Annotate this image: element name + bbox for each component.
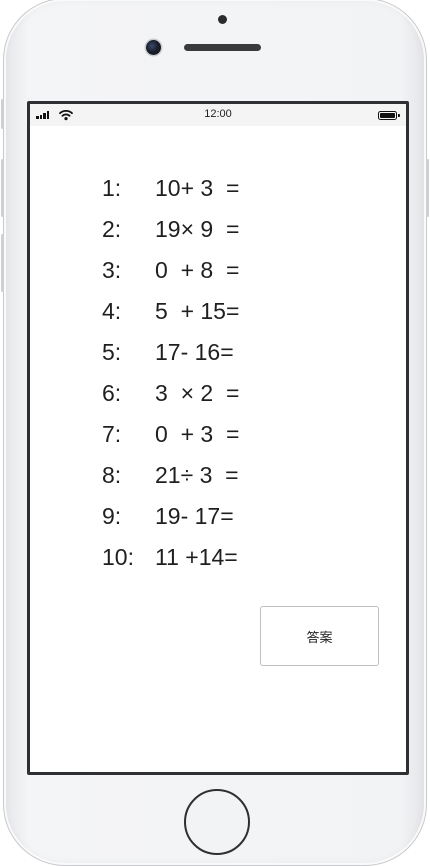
volume-up-button	[1, 159, 4, 217]
question-number: 1:	[102, 175, 122, 201]
question-expression: 10+ 3 =	[155, 175, 240, 201]
question-row: 9: 19- 17=	[102, 496, 234, 537]
question-expression: 17- 16=	[155, 339, 234, 365]
phone-screen: 12:00 1: 10+ 3 = 2: 19× 9 = 3: 0 + 8 = 4…	[27, 101, 409, 775]
question-row: 8: 21÷ 3 =	[102, 455, 239, 496]
question-list: 1: 10+ 3 = 2: 19× 9 = 3: 0 + 8 = 4: 5 + …	[102, 168, 239, 578]
volume-down-button	[1, 234, 4, 292]
question-row: 4: 5 + 15=	[102, 291, 239, 332]
home-button[interactable]	[184, 789, 250, 855]
question-number: 8:	[102, 462, 122, 488]
question-expression: 0 + 8 =	[155, 257, 240, 283]
question-row: 10: 11 +14=	[102, 537, 238, 578]
question-number: 10:	[102, 544, 134, 570]
proximity-sensor	[218, 15, 227, 24]
question-expression: 19- 17=	[155, 503, 234, 529]
question-row: 1: 10+ 3 =	[102, 168, 239, 209]
front-camera-icon	[146, 40, 161, 55]
question-expression: 11 +14=	[155, 544, 238, 570]
mute-switch	[1, 99, 4, 129]
earpiece-speaker	[184, 44, 261, 51]
question-row: 2: 19× 9 =	[102, 209, 239, 250]
battery-icon	[378, 111, 397, 120]
question-expression: 0 + 3 =	[155, 421, 240, 447]
status-time: 12:00	[204, 108, 232, 120]
question-number: 4:	[102, 298, 122, 324]
question-number: 6:	[102, 380, 122, 406]
power-button	[426, 159, 429, 217]
question-expression: 3 × 2 =	[155, 380, 240, 406]
battery-tip	[397, 114, 400, 117]
question-number: 9:	[102, 503, 122, 529]
question-number: 5:	[102, 339, 122, 365]
question-expression: 19× 9 =	[155, 216, 240, 242]
question-number: 3:	[102, 257, 122, 283]
question-row: 3: 0 + 8 =	[102, 250, 239, 291]
question-row: 5: 17- 16=	[102, 332, 234, 373]
status-bar: 12:00	[30, 104, 406, 126]
question-number: 7:	[102, 421, 122, 447]
question-row: 6: 3 × 2 =	[102, 373, 239, 414]
answer-button[interactable]: 答案	[260, 606, 379, 666]
question-expression: 21÷ 3 =	[155, 462, 239, 488]
question-row: 7: 0 + 3 =	[102, 414, 239, 455]
question-number: 2:	[102, 216, 122, 242]
question-expression: 5 + 15=	[155, 298, 240, 324]
